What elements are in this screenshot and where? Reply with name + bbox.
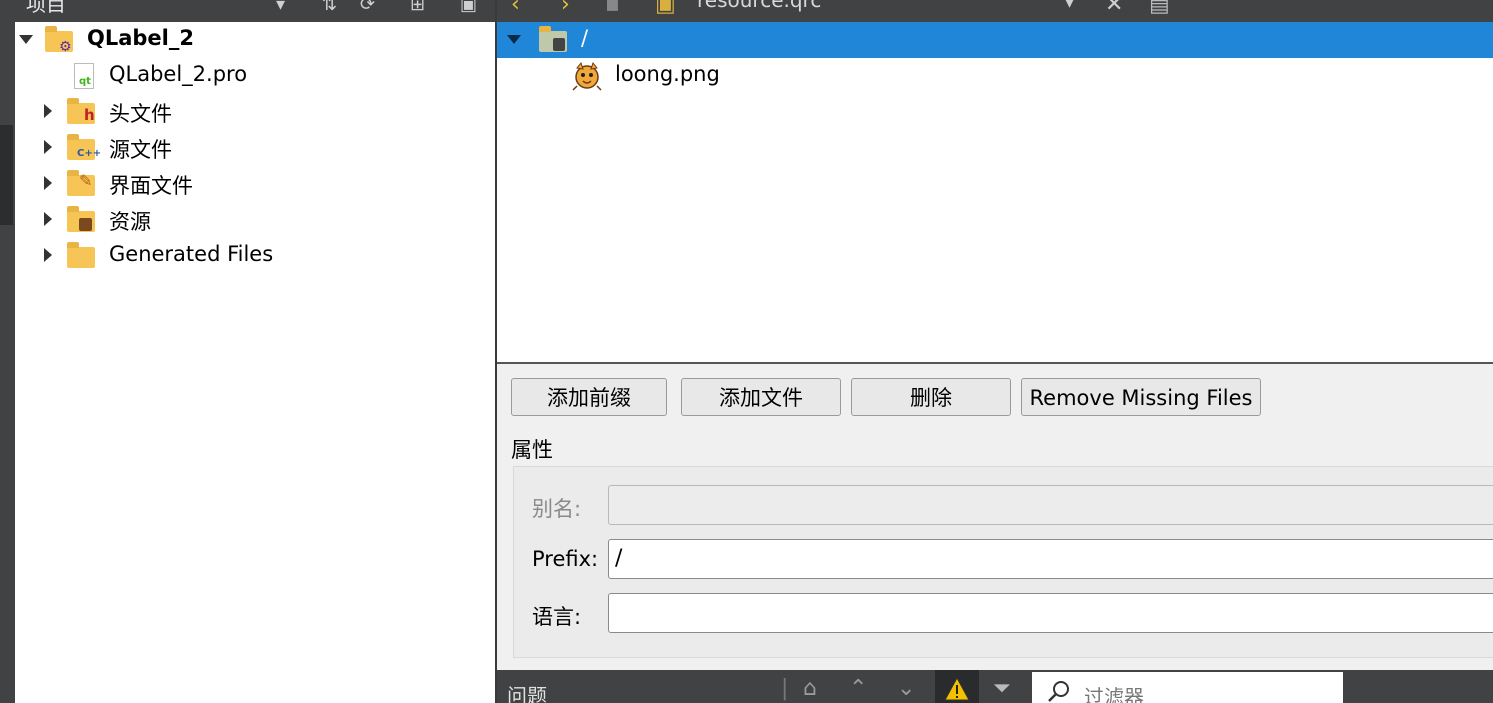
chevron-down-icon[interactable]: ▾	[276, 0, 285, 15]
issues-title[interactable]: 问题	[507, 680, 547, 703]
language-field[interactable]	[608, 593, 1493, 633]
qrc-file-icon: ▣	[655, 0, 676, 17]
project-pane-title[interactable]: 项目	[26, 0, 66, 17]
divider: |	[781, 676, 789, 701]
tree-item-resources[interactable]: 资源	[15, 202, 496, 238]
previous-icon[interactable]: ⌃	[849, 676, 867, 701]
prefix-folder-icon	[539, 26, 567, 53]
filter-funnel-icon[interactable]: ⏷	[993, 676, 1011, 701]
split-icon[interactable]: ⊞	[410, 0, 425, 15]
next-icon[interactable]: ⌄	[897, 676, 915, 701]
mode-sidebar-edge	[0, 0, 15, 703]
project-folder-icon: ⚙	[45, 26, 73, 54]
resource-tree[interactable]: / loong.png	[497, 22, 1493, 364]
pro-file-icon: qt	[71, 63, 99, 89]
add-files-button[interactable]: 添加文件	[681, 378, 841, 416]
source-folder-icon: C++	[67, 134, 101, 161]
chevron-down-icon[interactable]: ▾	[1065, 0, 1074, 13]
forward-icon[interactable]: ›	[561, 0, 570, 17]
close-icon[interactable]: ✕	[1105, 0, 1123, 17]
add-prefix-button[interactable]: 添加前缀	[511, 378, 667, 416]
clean-icon[interactable]: ⌂	[803, 676, 817, 701]
alias-label: 别名:	[532, 497, 582, 521]
remove-button[interactable]: 删除	[851, 378, 1011, 416]
resource-file-row[interactable]: loong.png	[497, 58, 1493, 94]
tree-item-label: 头文件	[109, 102, 172, 126]
warning-filter-toggle[interactable]	[935, 670, 979, 703]
resource-prefix-row[interactable]: /	[497, 22, 1493, 58]
tree-item-label: 界面文件	[109, 174, 193, 198]
filter-placeholder: 过滤器	[1084, 685, 1144, 703]
forms-folder-icon: ✎	[67, 170, 95, 197]
search-icon	[1048, 681, 1069, 702]
sync-link-icon[interactable]: ⟳	[360, 0, 375, 15]
prefix-field-label: Prefix:	[532, 547, 599, 571]
expand-arrow-icon[interactable]	[41, 202, 55, 238]
tree-item-pro-file[interactable]: qt QLabel_2.pro	[15, 58, 496, 94]
language-label: 语言:	[532, 605, 582, 629]
resources-folder-icon	[67, 206, 95, 233]
header-folder-icon: h	[67, 98, 95, 125]
prefix-label: /	[581, 26, 589, 50]
properties-group: 别名: Prefix: / 语言:	[513, 466, 1493, 658]
expand-arrow-icon[interactable]	[41, 130, 55, 166]
issues-pane-header: 问题 | ⌂ ⌃ ⌄ ⏷ 过滤器	[497, 670, 1493, 703]
issues-filter-input[interactable]: 过滤器	[1032, 672, 1343, 703]
expand-arrow-icon[interactable]	[41, 238, 55, 274]
project-pane-header: 项目 ▾ ⇅ ⟳ ⊞ ▣	[0, 0, 496, 22]
expand-arrow-icon[interactable]	[41, 166, 55, 202]
collapse-arrow-icon[interactable]	[19, 22, 33, 58]
editor-toolbar: ‹ › ▪ ▣ resource.qrc ▾ ✕ ▤	[497, 0, 1493, 22]
alias-field[interactable]	[608, 485, 1493, 525]
tree-item-sources[interactable]: C++ 源文件	[15, 130, 496, 166]
properties-title: 属性	[511, 438, 553, 462]
close-pane-icon[interactable]: ▣	[460, 0, 477, 15]
split-editor-icon[interactable]: ▤	[1149, 0, 1170, 17]
tree-item-label: 源文件	[109, 138, 172, 162]
expand-arrow-icon[interactable]	[41, 94, 55, 130]
mode-sidebar-active-marker	[0, 125, 13, 225]
resource-editor-panel: 添加前缀 添加文件 删除 Remove Missing Files 属性 别名:…	[497, 364, 1493, 670]
tree-item-label: Generated Files	[109, 242, 274, 266]
back-icon[interactable]: ‹	[511, 0, 520, 17]
tree-item-label: 资源	[109, 210, 151, 234]
tree-item-generated-files[interactable]: Generated Files	[15, 238, 496, 274]
sort-icon[interactable]: ⇅	[322, 0, 337, 15]
lock-icon[interactable]: ▪	[605, 0, 620, 17]
project-tree[interactable]: ⚙ QLabel_2 qt QLabel_2.pro h 头文件 C++ 源文件	[15, 22, 496, 703]
prefix-field[interactable]: /	[608, 539, 1493, 579]
warning-icon	[944, 676, 970, 701]
tree-item-label: QLabel_2.pro	[109, 62, 248, 86]
tree-item-forms[interactable]: ✎ 界面文件	[15, 166, 496, 202]
open-file-name[interactable]: resource.qrc	[697, 0, 821, 12]
remove-missing-files-button[interactable]: Remove Missing Files	[1021, 378, 1261, 416]
tiger-image-icon	[571, 60, 603, 92]
collapse-arrow-icon[interactable]	[507, 22, 521, 58]
tree-item-label: QLabel_2	[87, 26, 194, 50]
resource-file-label: loong.png	[615, 62, 720, 86]
tree-item-project[interactable]: ⚙ QLabel_2	[15, 22, 496, 58]
folder-icon	[67, 242, 95, 269]
tree-item-headers[interactable]: h 头文件	[15, 94, 496, 130]
